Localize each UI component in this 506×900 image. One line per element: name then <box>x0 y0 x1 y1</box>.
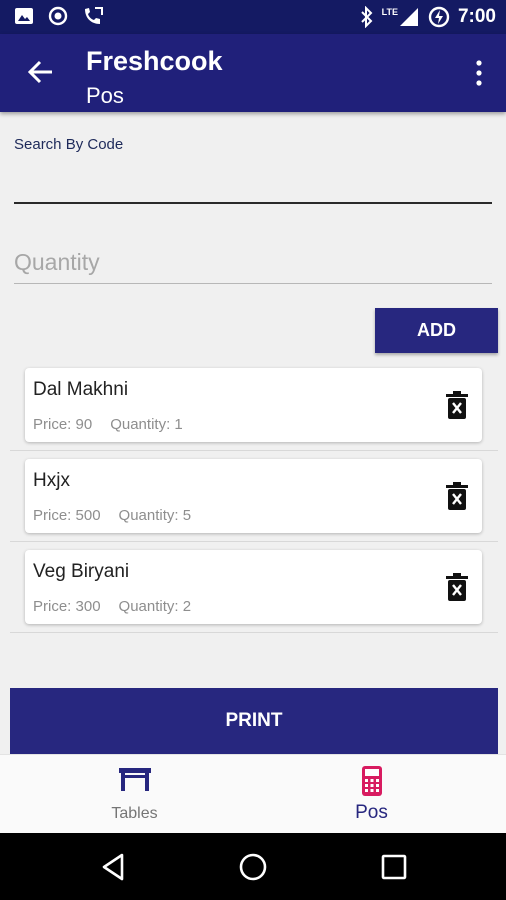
item-quantity: Quantity: 2 <box>118 598 192 615</box>
nav-tab-pos[interactable]: Pos <box>245 755 498 834</box>
nav-label-tables: Tables <box>111 805 158 822</box>
item-meta: Price: 500 Quantity: 5 <box>33 507 191 524</box>
item-quantity: Quantity: 1 <box>110 416 183 433</box>
system-navigation-bar <box>0 833 506 900</box>
item-name: Veg Biryani <box>33 561 130 582</box>
nav-recents-icon[interactable] <box>378 851 410 883</box>
item-price: Price: 300 <box>33 598 101 615</box>
item-price: Price: 90 <box>33 416 93 433</box>
pos-terminal-icon <box>361 766 382 796</box>
app-title: Freshcook <box>86 46 223 76</box>
delete-icon[interactable] <box>446 573 468 601</box>
app-subtitle: Pos <box>86 83 124 108</box>
print-button[interactable]: PRINT <box>10 688 498 754</box>
item-meta: Price: 90 Quantity: 1 <box>33 416 183 433</box>
battery-charging-icon <box>428 6 450 28</box>
add-button[interactable]: ADD <box>375 308 498 353</box>
record-notification-icon <box>48 6 68 26</box>
list-item: Hxjx Price: 500 Quantity: 5 <box>0 451 506 542</box>
item-name: Dal Makhni <box>33 379 129 400</box>
table-icon <box>118 768 151 791</box>
item-card: Hxjx Price: 500 Quantity: 5 <box>25 459 482 533</box>
item-card: Veg Biryani Price: 300 Quantity: 2 <box>25 550 482 624</box>
search-by-code-input[interactable] <box>14 160 492 204</box>
status-time: 7:00 <box>457 6 496 27</box>
network-type: LTE <box>381 7 398 17</box>
search-by-code-label: Search By Code <box>14 136 124 153</box>
item-card: Dal Makhni Price: 90 Quantity: 1 <box>25 368 482 442</box>
bottom-navigation: Tables Pos <box>0 754 506 833</box>
more-vert-icon[interactable] <box>474 58 484 88</box>
divider <box>10 632 498 633</box>
call-forward-icon <box>85 7 103 24</box>
nav-label-pos: Pos <box>355 802 388 823</box>
delete-icon[interactable] <box>446 391 468 419</box>
delete-icon[interactable] <box>446 482 468 510</box>
bluetooth-icon <box>360 6 373 28</box>
order-item-list: Dal Makhni Price: 90 Quantity: 1 Hxjx Pr… <box>0 360 506 633</box>
image-notification-icon <box>15 8 33 24</box>
list-item: Veg Biryani Price: 300 Quantity: 2 <box>0 542 506 633</box>
signal-icon <box>399 8 418 26</box>
back-arrow-icon[interactable] <box>26 58 54 86</box>
list-item: Dal Makhni Price: 90 Quantity: 1 <box>0 360 506 451</box>
nav-back-icon[interactable] <box>98 851 130 883</box>
item-quantity: Quantity: 5 <box>118 507 192 524</box>
nav-home-icon[interactable] <box>237 851 269 883</box>
quantity-input[interactable] <box>14 242 492 284</box>
nav-tab-tables[interactable]: Tables <box>8 755 261 834</box>
item-price: Price: 500 <box>33 507 101 524</box>
item-name: Hxjx <box>33 470 70 491</box>
item-meta: Price: 300 Quantity: 2 <box>33 598 191 615</box>
app-bar: Freshcook Pos <box>0 34 506 112</box>
status-bar: LTE 7:00 <box>0 0 506 34</box>
